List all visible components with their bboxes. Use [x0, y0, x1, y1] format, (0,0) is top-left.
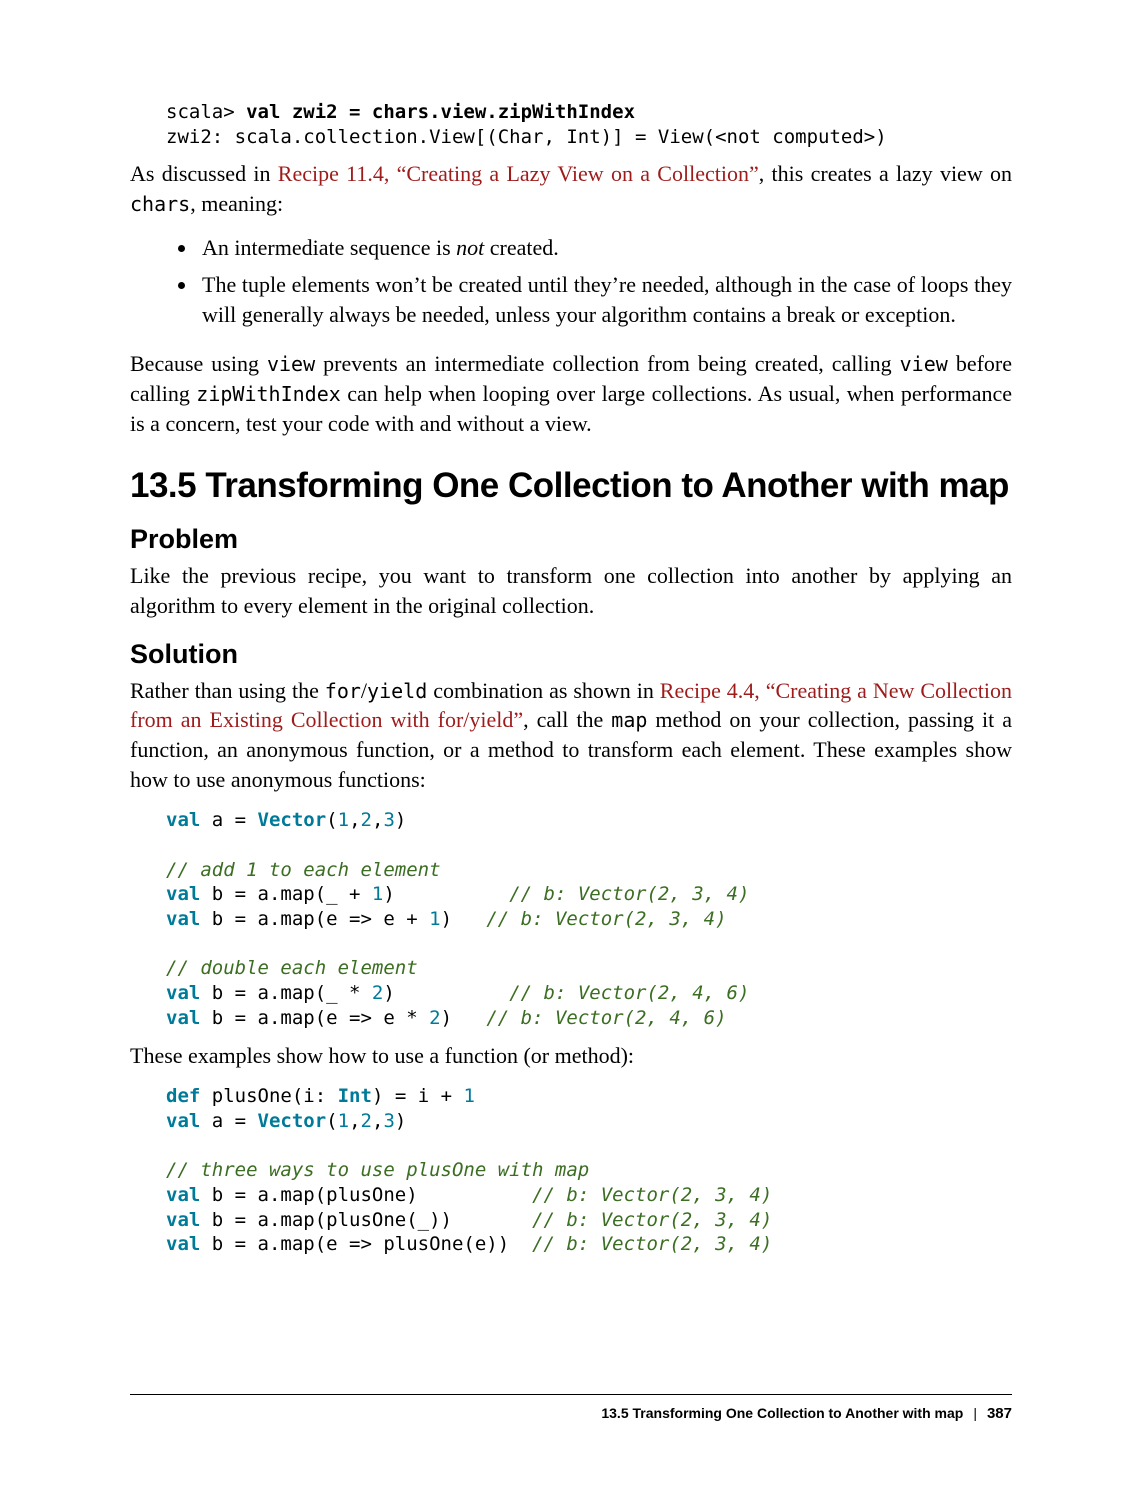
footer-separator: | — [963, 1405, 987, 1421]
bullet-list: An intermediate sequence is not created.… — [130, 233, 1012, 331]
repl-prompt: scala> — [166, 101, 246, 123]
paragraph-view-perf: Because using view prevents an intermedi… — [130, 349, 1012, 438]
page-footer: 13.5 Transforming One Collection to Anot… — [130, 1394, 1012, 1422]
repl-input: val zwi2 = chars.view.zipWithIndex — [246, 101, 635, 123]
list-item: The tuple elements won’t be created unti… — [198, 270, 1012, 332]
code-anon-fn: val a = Vector(1,2,3) // add 1 to each e… — [166, 808, 1012, 1030]
footer-section-title: 13.5 Transforming One Collection to Anot… — [601, 1405, 963, 1421]
subsection-problem: Problem — [130, 524, 1012, 555]
link-recipe-11-4[interactable]: Recipe 11.4, “Creating a Lazy View on a … — [278, 161, 759, 186]
paragraph-lazy-view: As discussed in Recipe 11.4, “Creating a… — [130, 159, 1012, 218]
section-heading-13-5: 13.5 Transforming One Collection to Anot… — [130, 466, 1012, 506]
subsection-solution: Solution — [130, 639, 1012, 670]
paragraph-function-examples: These examples show how to use a functio… — [130, 1041, 1012, 1071]
page: scala> val zwi2 = chars.view.zipWithInde… — [0, 0, 1142, 1500]
inline-code-chars: chars — [130, 192, 190, 216]
footer-page-number: 387 — [987, 1405, 1012, 1422]
code-plusone: def plusOne(i: Int) = i + 1 val a = Vect… — [166, 1084, 1012, 1257]
repl-output: zwi2: scala.collection.View[(Char, Int)]… — [166, 126, 887, 148]
list-item: An intermediate sequence is not created. — [198, 233, 1012, 264]
code-repl-zwi2: scala> val zwi2 = chars.view.zipWithInde… — [166, 100, 1012, 149]
paragraph-solution: Rather than using the for/yield combinat… — [130, 676, 1012, 795]
paragraph-problem: Like the previous recipe, you want to tr… — [130, 561, 1012, 620]
